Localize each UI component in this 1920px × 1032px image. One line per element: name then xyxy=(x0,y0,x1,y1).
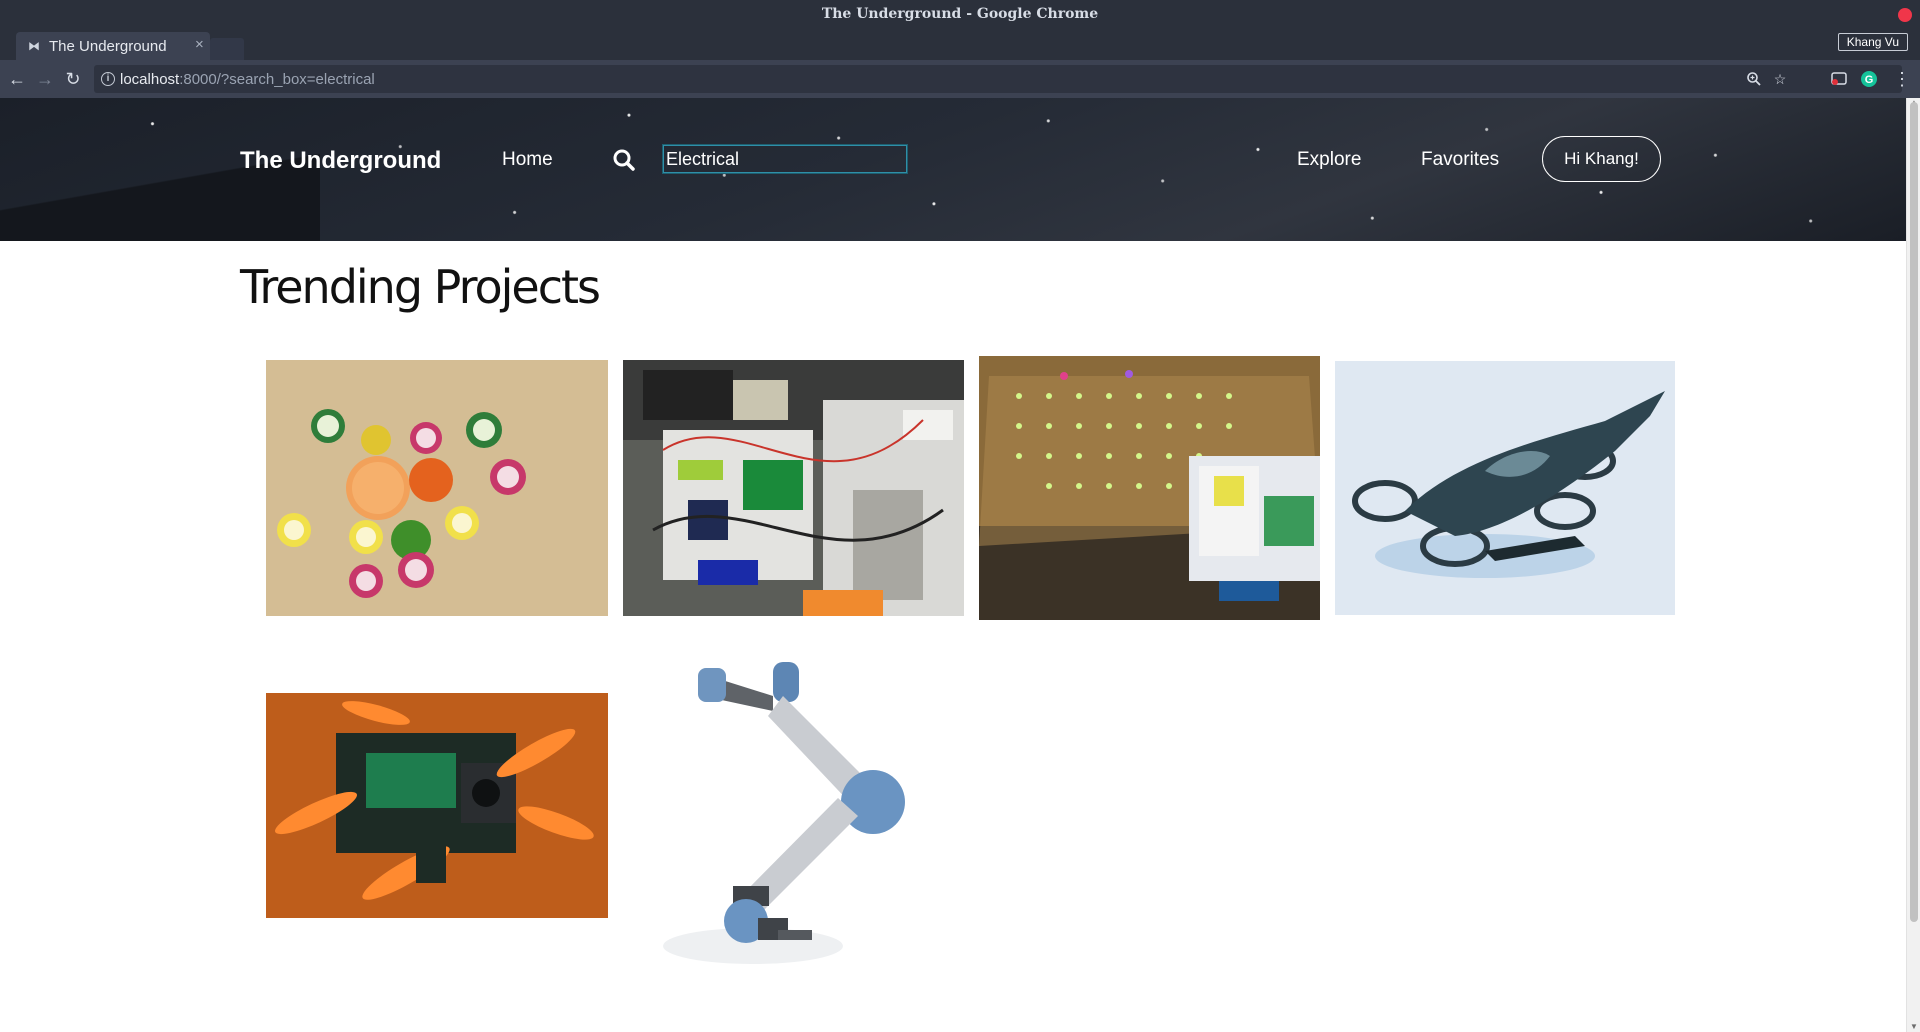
bowtie-icon: ⧓ xyxy=(28,39,40,53)
back-arrow-icon[interactable]: ← xyxy=(6,68,28,90)
tab-close-icon[interactable]: × xyxy=(195,37,207,53)
search-input[interactable] xyxy=(662,144,908,174)
tab-title: The Underground xyxy=(49,38,167,55)
led-grid-laptop-image xyxy=(979,356,1320,620)
page-title: Trending Projects xyxy=(240,260,601,314)
site-header: The Underground Home Explore Favorites H… xyxy=(0,98,1906,241)
breadboard-circuits-image xyxy=(623,360,964,616)
address-bar[interactable]: i localhost:8000/?search_box=electrical … xyxy=(94,65,1902,93)
project-card-led-matrix[interactable] xyxy=(979,356,1320,620)
project-card-citrus[interactable] xyxy=(266,360,608,616)
window-title: The Underground - Google Chrome xyxy=(821,6,1099,22)
project-card-quadcopter[interactable] xyxy=(266,693,608,918)
page-scrollbar[interactable]: ▲ ▼ xyxy=(1906,98,1920,1032)
orange-props-drone-image xyxy=(266,693,608,918)
grammarly-icon[interactable]: G xyxy=(1860,70,1878,88)
citrus-slices-image xyxy=(266,360,608,616)
search-icon[interactable] xyxy=(612,148,636,172)
chrome-menu-icon[interactable]: ⋮ xyxy=(1891,68,1913,90)
project-card-robot-arm[interactable] xyxy=(623,656,964,974)
quadrotor-vehicle-image xyxy=(1335,361,1675,615)
browser-toolbar: ← → ↻ i localhost:8000/?search_box=elect… xyxy=(0,60,1920,98)
forward-arrow-icon[interactable]: → xyxy=(34,68,56,90)
nav-home-link[interactable]: Home xyxy=(502,149,553,171)
profile-button[interactable]: Khang Vu xyxy=(1837,33,1908,51)
zoom-icon[interactable] xyxy=(1746,71,1762,87)
project-card-electronics[interactable] xyxy=(623,360,964,616)
window-titlebar: The Underground - Google Chrome xyxy=(0,0,1920,30)
tab-strip: ⧓ The Underground × Khang Vu xyxy=(0,30,1920,60)
site-info-icon[interactable]: i xyxy=(101,72,115,86)
reload-icon[interactable]: ↻ xyxy=(62,68,84,90)
url-text[interactable]: localhost:8000/?search_box=electrical xyxy=(120,71,375,88)
site-brand-link[interactable]: The Underground xyxy=(240,147,441,175)
tab-the-underground[interactable]: ⧓ The Underground × xyxy=(16,32,210,60)
svg-text:G: G xyxy=(1865,74,1874,86)
scrollbar-thumb[interactable] xyxy=(1910,102,1918,922)
nav-explore-link[interactable]: Explore xyxy=(1297,149,1361,171)
web-page: The Underground Home Explore Favorites H… xyxy=(0,98,1906,1032)
extension-cast-icon[interactable] xyxy=(1830,70,1848,88)
window-close-button[interactable] xyxy=(1898,8,1912,22)
star-icon[interactable]: ☆ xyxy=(1772,71,1788,87)
scroll-down-icon[interactable]: ▼ xyxy=(1909,1022,1919,1032)
project-card-flying-car[interactable] xyxy=(1335,361,1675,615)
user-greeting-button[interactable]: Hi Khang! xyxy=(1542,136,1661,182)
robot-arm-image xyxy=(623,656,964,974)
new-tab-button[interactable] xyxy=(210,38,244,60)
nav-favorites-link[interactable]: Favorites xyxy=(1421,149,1499,171)
